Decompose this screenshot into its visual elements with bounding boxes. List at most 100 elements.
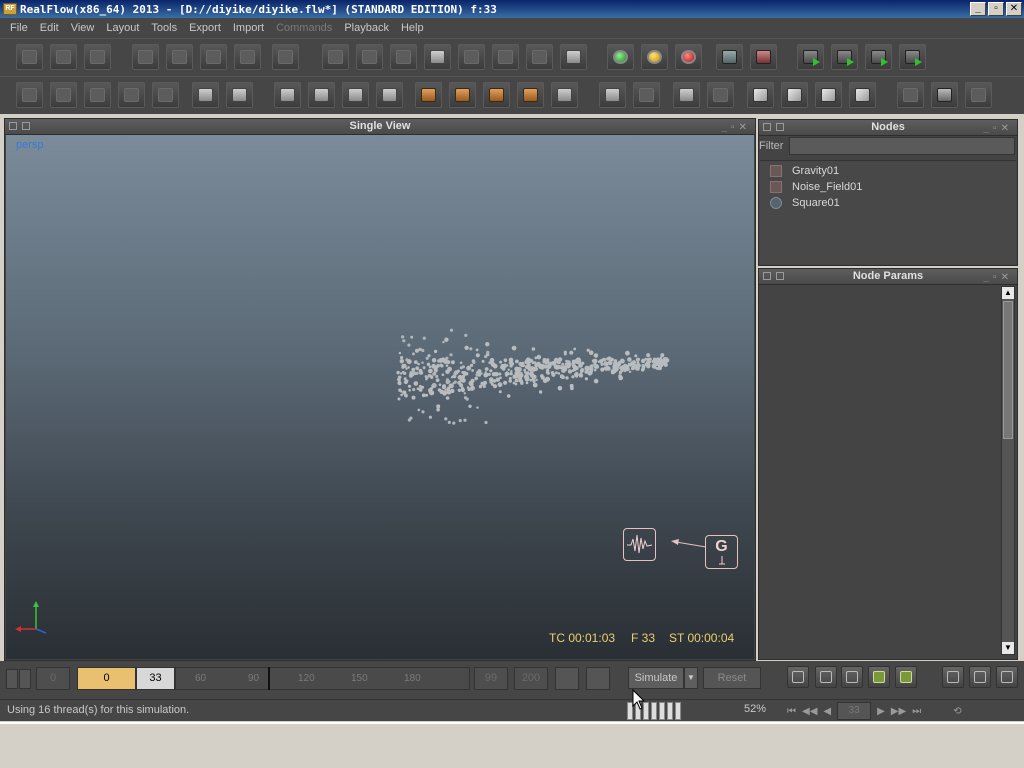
panel-dock-icons[interactable] (763, 272, 784, 280)
open-scene-icon[interactable] (50, 44, 77, 70)
new-scene-icon[interactable] (16, 44, 43, 70)
next-key-icon[interactable]: ▶▶ (891, 706, 906, 717)
save-sim-red-icon[interactable] (750, 44, 777, 70)
fire-icon[interactable] (931, 82, 958, 108)
view-scale-icon[interactable] (815, 666, 837, 688)
set-end-icon[interactable] (586, 667, 610, 690)
layout-icon[interactable] (16, 82, 43, 108)
scroll-up-icon[interactable]: ▲ (1002, 287, 1014, 299)
menu-commands[interactable]: Commands (270, 22, 338, 34)
run-graph-icon[interactable] (797, 44, 824, 70)
menu-layout[interactable]: Layout (100, 22, 145, 34)
playback-frame-field[interactable]: 33 (837, 702, 872, 720)
scale-icon[interactable] (234, 44, 261, 70)
cube-c-icon[interactable] (673, 82, 700, 108)
noise-field-gizmo[interactable] (623, 528, 656, 561)
box-b-icon[interactable] (781, 82, 808, 108)
box-d-icon[interactable] (849, 82, 876, 108)
scroll-thumb[interactable] (1003, 301, 1013, 439)
panel-window-icons[interactable]: _▫✕ (722, 120, 752, 135)
add-graph-icon[interactable] (274, 82, 301, 108)
add-camera-icon[interactable] (192, 82, 219, 108)
run-batch-icon[interactable] (899, 44, 926, 70)
next-frame-icon[interactable]: ▶ (877, 706, 885, 717)
add-mesh-icon[interactable] (152, 82, 179, 108)
cube-d-icon[interactable] (707, 82, 734, 108)
box-c-icon[interactable] (815, 82, 842, 108)
run-timer-icon[interactable] (865, 44, 892, 70)
camera-icon[interactable] (322, 44, 349, 70)
first-frame-icon[interactable]: ⏮ (787, 706, 796, 717)
add-ruler-icon[interactable] (342, 82, 369, 108)
cube-a-icon[interactable] (599, 82, 626, 108)
run-script-icon[interactable] (831, 44, 858, 70)
prev-frame-icon[interactable]: ◀ (823, 706, 831, 717)
menu-playback[interactable]: Playback (338, 22, 395, 34)
select-icon[interactable] (132, 44, 159, 70)
menu-help[interactable]: Help (395, 22, 430, 34)
wrench-icon[interactable] (996, 666, 1018, 688)
menu-view[interactable]: View (65, 22, 101, 34)
timeline-cursor[interactable] (268, 667, 270, 690)
filter-input[interactable] (789, 137, 1015, 155)
panel-window-icons[interactable]: _▫✕ (984, 270, 1014, 285)
render-icon[interactable] (492, 44, 519, 70)
last-frame-icon[interactable]: ⏭ (912, 706, 921, 717)
pivot-icon[interactable] (272, 44, 299, 70)
params-scrollbar[interactable]: ▲ ▼ (1001, 286, 1015, 655)
menu-export[interactable]: Export (183, 22, 227, 34)
reset-button[interactable]: Reset (703, 667, 761, 689)
menu-tools[interactable]: Tools (145, 22, 183, 34)
add-emitter-icon[interactable] (50, 82, 77, 108)
panel-window-icons[interactable]: _▫✕ (984, 121, 1014, 136)
view-camera-icon[interactable] (787, 666, 809, 688)
cache-red-icon[interactable] (675, 44, 702, 70)
timeline-ruler[interactable]: 60 90 120 150 180 (175, 667, 470, 690)
current-frame-field[interactable]: 33 (136, 667, 175, 690)
timeline-dropdown-icon[interactable] (19, 669, 31, 689)
menu-edit[interactable]: Edit (34, 22, 65, 34)
add-daemon-icon[interactable] (84, 82, 111, 108)
panel-dock-icons[interactable] (763, 123, 784, 131)
box-a-icon[interactable] (747, 82, 774, 108)
export-right-icon[interactable] (969, 666, 991, 688)
loop-icon[interactable]: ⟲ (953, 706, 961, 717)
tree-item-noise-field01[interactable]: Noise_Field01 (770, 179, 862, 195)
save-sim-icon[interactable] (716, 44, 743, 70)
viewport[interactable]: persp G TC 00:01:03 F 33 ST 00:00:04 (6, 135, 754, 659)
maximize-button[interactable]: ▫ (988, 2, 1004, 16)
cube-b-icon[interactable] (633, 82, 660, 108)
start-frame-field[interactable]: 0 (77, 667, 136, 690)
close-button[interactable]: ✕ (1006, 2, 1022, 16)
simulate-button[interactable]: Simulate (628, 667, 684, 689)
add-crack-icon[interactable] (483, 82, 510, 108)
rotate-icon[interactable] (200, 44, 227, 70)
view-grid-alt-icon[interactable] (895, 666, 917, 688)
end-frame-b-field[interactable]: 200 (514, 667, 548, 690)
add-light-icon[interactable] (226, 82, 253, 108)
fluid-icon[interactable] (897, 82, 924, 108)
gravity-gizmo[interactable]: G (705, 535, 738, 569)
simulate-dropdown-icon[interactable]: ▼ (684, 667, 698, 689)
add-object-icon[interactable] (118, 82, 145, 108)
object-icon[interactable] (424, 44, 451, 70)
timeline-mode-icon[interactable] (6, 669, 18, 689)
add-spline-icon[interactable] (308, 82, 335, 108)
menu-file[interactable]: File (4, 22, 34, 34)
add-surface-icon[interactable] (449, 82, 476, 108)
link-icon[interactable] (390, 44, 417, 70)
cache-green-icon[interactable] (607, 44, 634, 70)
add-wet-icon[interactable] (415, 82, 442, 108)
set-start-icon[interactable] (555, 667, 579, 690)
export-node-icon[interactable] (560, 44, 587, 70)
end-frame-a-field[interactable]: 99 (474, 667, 508, 690)
tree-item-gravity01[interactable]: Gravity01 (770, 163, 839, 179)
min-frame-field[interactable]: 0 (36, 667, 70, 690)
add-particles-icon[interactable] (376, 82, 403, 108)
add-hourglass-icon[interactable] (551, 82, 578, 108)
export-left-icon[interactable] (942, 666, 964, 688)
mesh-icon[interactable] (458, 44, 485, 70)
scroll-down-icon[interactable]: ▼ (1002, 642, 1014, 654)
minimize-button[interactable]: _ (970, 2, 986, 16)
move-icon[interactable] (166, 44, 193, 70)
